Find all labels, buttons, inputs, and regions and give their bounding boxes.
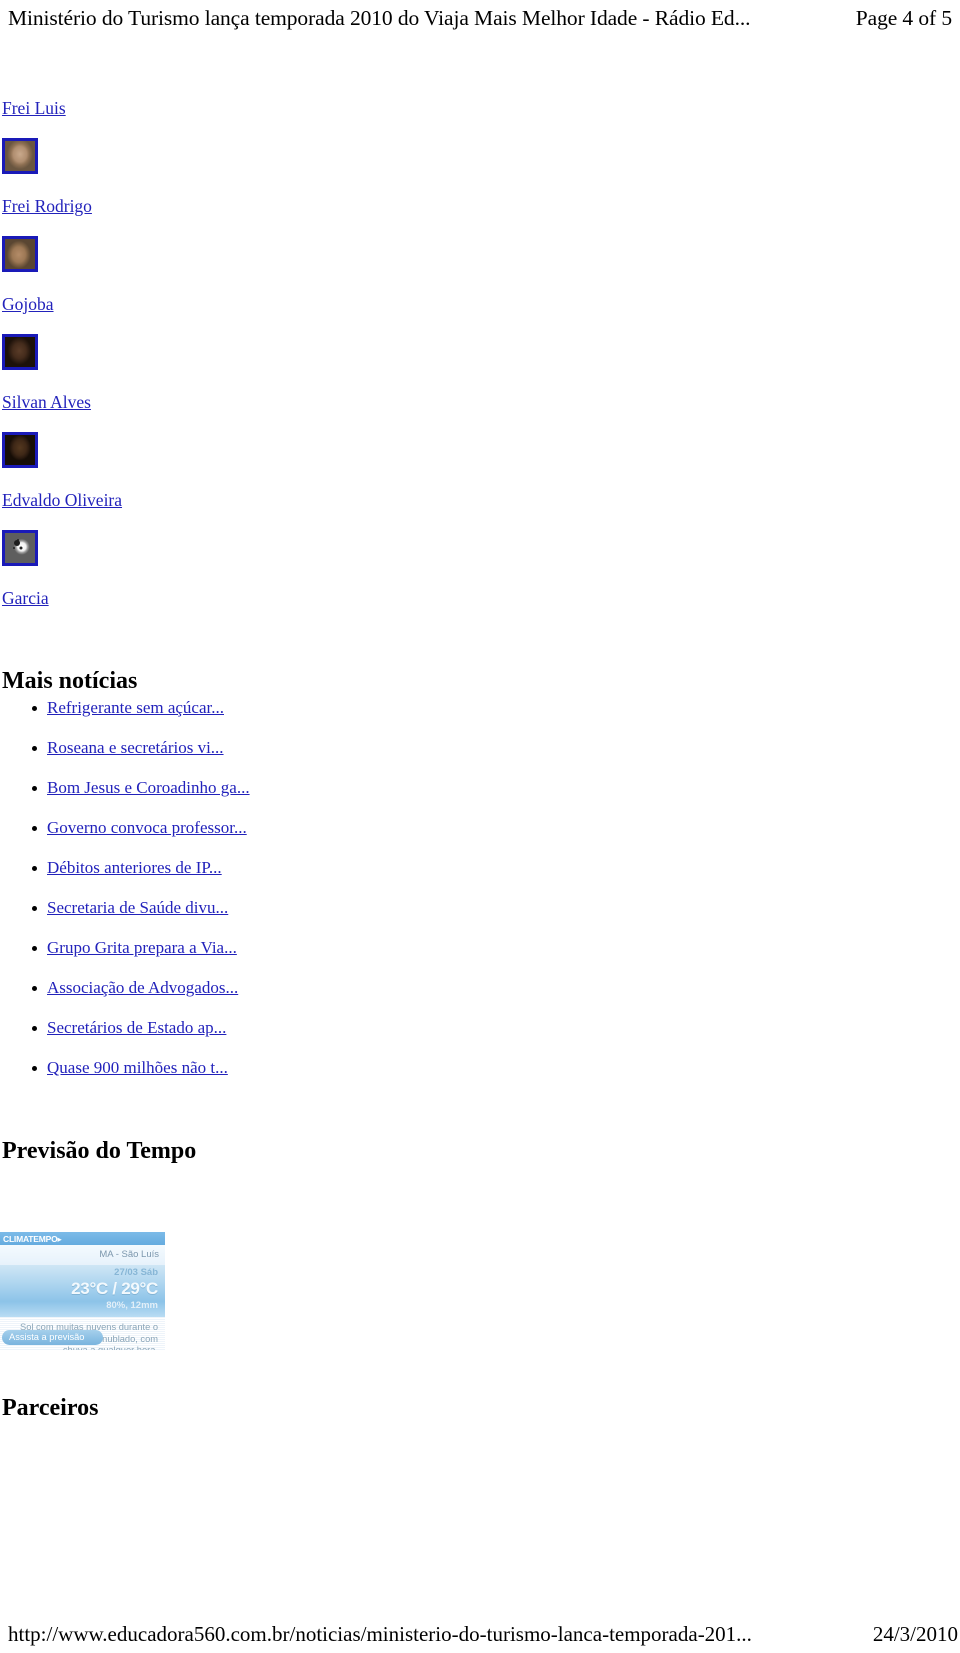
watch-forecast-button[interactable]: Assista a previsão	[2, 1330, 103, 1345]
news-list-item: Secretários de Estado ap...	[0, 1008, 250, 1048]
news-link[interactable]: Refrigerante sem açúcar...	[47, 698, 224, 717]
print-header-page-indicator: Page 4 of 5	[855, 6, 952, 30]
portrait-photo-thumbnail[interactable]	[2, 334, 38, 370]
weather-widget[interactable]: CLIMATEMPO▸ MA - São Luís 27/03 Sáb 23°C…	[0, 1232, 165, 1350]
weather-temperature-range: 23°C / 29°C	[71, 1279, 158, 1298]
person-entry-frei-luis: Frei Luis	[2, 98, 66, 118]
news-list-item: Grupo Grita prepara a Via...	[0, 928, 250, 968]
soccer-ball-thumbnail[interactable]	[2, 530, 38, 566]
print-footer-date: 24/3/2010	[872, 1622, 958, 1646]
person-entry-silvan-alves: Silvan Alves	[2, 392, 91, 412]
weather-rain-info: 80%, 12mm	[106, 1300, 158, 1311]
news-link[interactable]: Secretaria de Saúde divu...	[47, 898, 228, 917]
print-header: Ministério do Turismo lança temporada 20…	[0, 0, 960, 40]
person-entry-edvaldo-oliveira: Edvaldo Oliveira	[2, 490, 122, 510]
person-link[interactable]: Edvaldo Oliveira	[2, 490, 122, 510]
news-link[interactable]: Quase 900 milhões não t...	[47, 1058, 228, 1077]
person-entry-garcia: Garcia	[2, 588, 49, 608]
person-thumbnail-gojoba[interactable]	[2, 334, 38, 370]
print-footer: http://www.educadora560.com.br/noticias/…	[0, 1607, 960, 1653]
person-link[interactable]: Frei Luis	[2, 98, 66, 118]
news-list: Refrigerante sem açúcar... Roseana e sec…	[0, 688, 250, 1088]
news-link[interactable]: Roseana e secretários vi...	[47, 738, 224, 757]
person-entry-frei-rodrigo: Frei Rodrigo	[2, 196, 92, 216]
climatempo-logo: CLIMATEMPO▸	[3, 1233, 62, 1244]
weather-temperature-panel: 27/03 Sáb 23°C / 29°C 80%, 12mm	[0, 1265, 165, 1317]
person-link[interactable]: Frei Rodrigo	[2, 196, 92, 216]
news-list-item: Quase 900 milhões não t...	[0, 1048, 250, 1088]
news-link[interactable]: Associação de Advogados...	[47, 978, 238, 997]
person-thumbnail-edvaldo-oliveira[interactable]	[2, 530, 38, 566]
news-link[interactable]: Secretários de Estado ap...	[47, 1018, 226, 1037]
news-list-item: Associação de Advogados...	[0, 968, 250, 1008]
news-link[interactable]: Bom Jesus e Coroadinho ga...	[47, 778, 250, 797]
portrait-photo-thumbnail[interactable]	[2, 432, 38, 468]
portrait-photo-thumbnail[interactable]	[2, 236, 38, 272]
print-header-title: Ministério do Turismo lança temporada 20…	[8, 6, 751, 30]
person-thumbnail-frei-luis[interactable]	[2, 138, 38, 174]
watch-forecast-label: Assista a previsão	[9, 1332, 85, 1342]
news-link[interactable]: Débitos anteriores de IP...	[47, 858, 222, 877]
portrait-photo-thumbnail[interactable]	[2, 138, 38, 174]
news-list-item: Secretaria de Saúde divu...	[0, 888, 250, 928]
news-list-item: Débitos anteriores de IP...	[0, 848, 250, 888]
weather-brand-bar: CLIMATEMPO▸	[0, 1232, 165, 1245]
print-footer-url: http://www.educadora560.com.br/noticias/…	[8, 1622, 752, 1646]
person-link[interactable]: Gojoba	[2, 294, 54, 314]
news-link[interactable]: Governo convoca professor...	[47, 818, 247, 837]
weather-section-heading: Previsão do Tempo	[2, 1137, 197, 1164]
person-link[interactable]: Silvan Alves	[2, 392, 91, 412]
person-link[interactable]: Garcia	[2, 588, 49, 608]
news-list-item: Bom Jesus e Coroadinho ga...	[0, 768, 250, 808]
news-list-item: Roseana e secretários vi...	[0, 728, 250, 768]
weather-date: 27/03 Sáb	[114, 1267, 158, 1278]
weather-city-row: MA - São Luís	[0, 1245, 165, 1265]
weather-city-label: MA - São Luís	[99, 1249, 159, 1260]
person-thumbnail-silvan-alves[interactable]	[2, 432, 38, 468]
partners-section-heading: Parceiros	[2, 1394, 99, 1421]
person-entry-gojoba: Gojoba	[2, 294, 54, 314]
news-list-item: Governo convoca professor...	[0, 808, 250, 848]
news-link[interactable]: Grupo Grita prepara a Via...	[47, 938, 237, 957]
person-thumbnail-frei-rodrigo[interactable]	[2, 236, 38, 272]
news-list-item: Refrigerante sem açúcar...	[0, 688, 250, 728]
